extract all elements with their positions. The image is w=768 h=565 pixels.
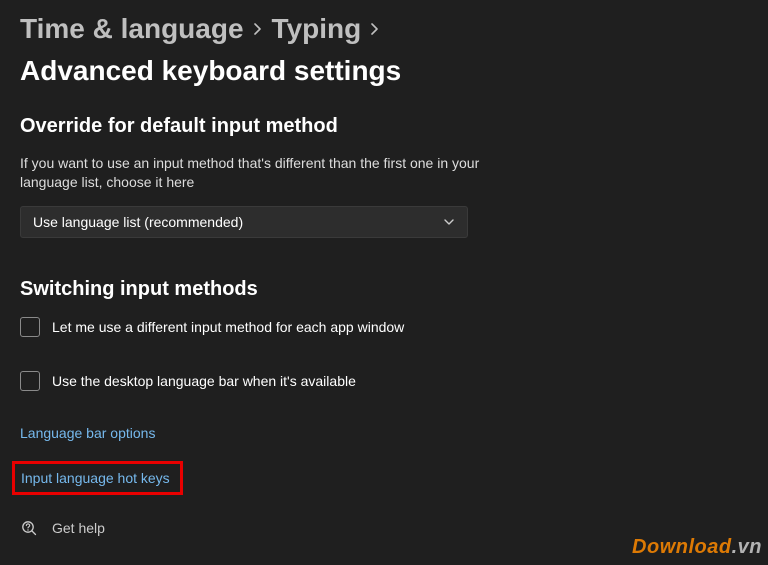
- breadcrumb-time-language[interactable]: Time & language: [20, 12, 244, 46]
- breadcrumb: Time & language Typing Advanced keyboard…: [20, 12, 748, 87]
- override-section-desc: If you want to use an input method that'…: [20, 154, 480, 192]
- checkbox-desktop-language-bar[interactable]: Use the desktop language bar when it's a…: [20, 371, 748, 391]
- checkbox-box: [20, 317, 40, 337]
- checkbox-label: Let me use a different input method for …: [52, 319, 404, 335]
- checkbox-box: [20, 371, 40, 391]
- breadcrumb-typing[interactable]: Typing: [272, 12, 362, 46]
- get-help-link[interactable]: Get help: [20, 519, 105, 537]
- get-help-label: Get help: [52, 520, 105, 536]
- checkbox-label: Use the desktop language bar when it's a…: [52, 373, 356, 389]
- dropdown-selected-value: Use language list (recommended): [33, 214, 243, 230]
- switching-section-title: Switching input methods: [20, 278, 748, 301]
- chevron-right-icon: [252, 23, 264, 35]
- input-method-dropdown[interactable]: Use language list (recommended): [20, 206, 468, 238]
- breadcrumb-current: Advanced keyboard settings: [20, 54, 401, 88]
- chevron-right-icon: [369, 23, 381, 35]
- override-section-title: Override for default input method: [20, 115, 748, 138]
- checkbox-per-app-input[interactable]: Let me use a different input method for …: [20, 317, 748, 337]
- watermark: Download.vn: [632, 536, 762, 559]
- language-bar-options-link[interactable]: Language bar options: [20, 425, 155, 441]
- highlight-box: Input language hot keys: [12, 461, 183, 495]
- input-language-hotkeys-link[interactable]: Input language hot keys: [21, 470, 170, 486]
- chevron-down-icon: [443, 216, 455, 228]
- help-icon: [20, 519, 38, 537]
